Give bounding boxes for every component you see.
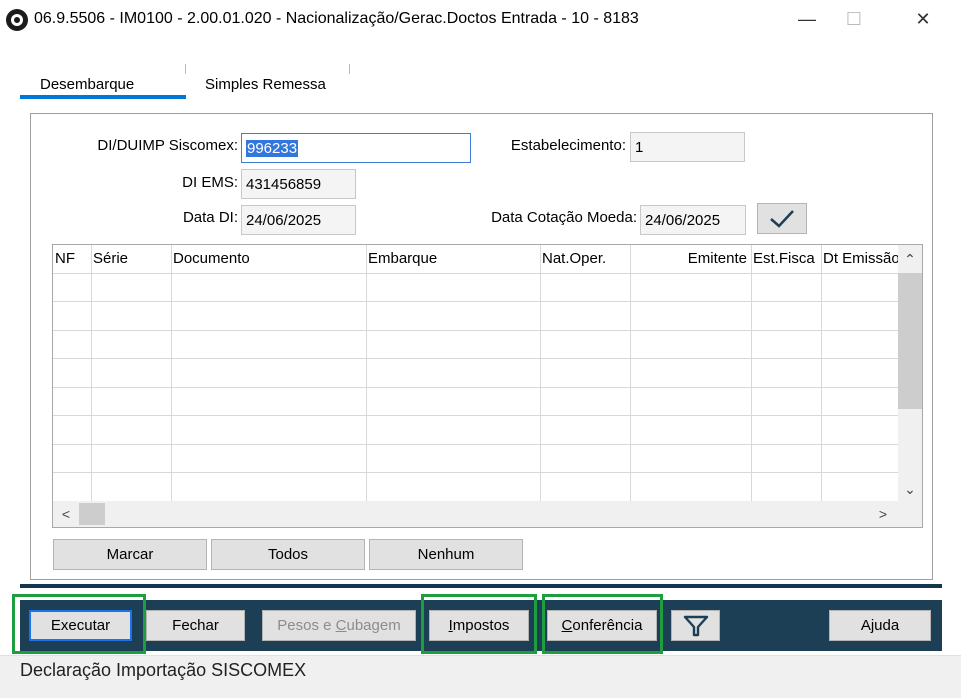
app-icon — [6, 9, 28, 31]
scroll-right-icon[interactable]: > — [871, 502, 895, 526]
minimize-button[interactable]: — — [784, 0, 830, 38]
status-text: Declaração Importação SISCOMEX — [20, 660, 307, 680]
grid-row-divider — [53, 273, 898, 274]
data-di-label: Data DI: — [182, 209, 238, 226]
grid-col-divider — [366, 245, 367, 501]
col-header-dt-emissao[interactable]: Dt Emissão — [821, 245, 898, 273]
grid-col-divider — [91, 245, 92, 501]
di-input[interactable]: 996233 — [241, 133, 471, 163]
toolbar-separator — [20, 584, 942, 588]
col-header-emitente[interactable]: Emitente — [630, 245, 750, 273]
tab-desembarque[interactable]: Desembarque — [20, 76, 186, 93]
close-button[interactable]: ✕ — [900, 0, 946, 38]
grid-row-divider — [53, 387, 898, 388]
grid-col-divider — [821, 245, 822, 501]
grid-row-divider — [53, 472, 898, 473]
nenhum-button[interactable]: Nenhum — [369, 539, 523, 570]
col-header-serie[interactable]: Série — [91, 245, 171, 273]
fechar-button[interactable]: Fechar — [146, 610, 245, 641]
horizontal-scroll-thumb[interactable] — [79, 503, 105, 525]
col-header-nf[interactable]: NF — [53, 245, 91, 273]
grid-row-divider — [53, 444, 898, 445]
col-header-nat-oper[interactable]: Nat.Oper. — [540, 245, 630, 273]
filter-button[interactable] — [671, 610, 720, 641]
conferencia-label-mnemonic: C — [561, 617, 573, 634]
tab-simples-remessa[interactable]: Simples Remessa — [205, 76, 326, 93]
tab-separator — [349, 64, 350, 74]
grid-col-divider — [171, 245, 172, 501]
di-value: 996233 — [246, 139, 299, 157]
horizontal-scrollbar[interactable] — [53, 501, 922, 527]
executar-button[interactable]: Executar — [29, 610, 132, 641]
pesos-label-mnemonic: C — [335, 617, 347, 634]
grid-row-divider — [53, 330, 898, 331]
grid-row-divider — [53, 415, 898, 416]
impostos-button[interactable]: Impostos — [429, 610, 529, 641]
impostos-label-post: mpostos — [452, 617, 510, 634]
confirm-button[interactable] — [757, 203, 807, 234]
grid-col-divider — [540, 245, 541, 501]
conferencia-label-post: onferência — [572, 617, 643, 634]
marcar-button[interactable]: Marcar — [53, 539, 207, 570]
conferencia-button[interactable]: Conferência — [547, 610, 657, 641]
vertical-scroll-thumb[interactable] — [898, 273, 922, 409]
checkmark-icon — [770, 209, 794, 228]
grid-row-divider — [53, 358, 898, 359]
estabelecimento-label: Estabelecimento: — [510, 137, 626, 154]
ajuda-button[interactable]: Ajuda — [829, 610, 931, 641]
estabelecimento-field[interactable]: 1 — [630, 132, 745, 162]
di-label: DI/DUIMP Siscomex: — [97, 137, 238, 154]
col-header-est-fisca[interactable]: Est.Fisca — [751, 245, 821, 273]
tab-active-indicator — [20, 95, 186, 99]
tab-separator — [185, 64, 186, 74]
scroll-left-icon[interactable]: < — [54, 502, 78, 526]
pesos-cubagem-button: Pesos e Cubagem — [262, 610, 416, 641]
grid-row-divider — [53, 301, 898, 302]
filter-icon — [683, 615, 708, 636]
pesos-label-pre: Pesos e — [277, 617, 336, 634]
col-header-documento[interactable]: Documento — [171, 245, 366, 273]
scroll-up-icon[interactable]: ⌃ — [898, 247, 922, 271]
grid-col-divider — [630, 245, 631, 501]
col-header-embarque[interactable]: Embarque — [366, 245, 540, 273]
maximize-button[interactable]: ☐ — [831, 0, 877, 38]
cotacao-field[interactable]: 24/06/2025 — [640, 205, 746, 235]
di-ems-field[interactable]: 431456859 — [241, 169, 356, 199]
grid-col-divider — [751, 245, 752, 501]
di-ems-label: DI EMS: — [182, 174, 238, 191]
documents-grid[interactable]: NF Série Documento Embarque Nat.Oper. Em… — [52, 244, 923, 528]
window-title: 06.9.5506 - IM0100 - 2.00.01.020 - Nacio… — [34, 10, 639, 27]
todos-button[interactable]: Todos — [211, 539, 365, 570]
scroll-down-icon[interactable]: ⌄ — [898, 477, 922, 501]
pesos-label-post: ubagem — [346, 617, 401, 634]
cotacao-label: Data Cotação Moeda: — [491, 209, 637, 226]
data-di-field[interactable]: 24/06/2025 — [241, 205, 356, 235]
